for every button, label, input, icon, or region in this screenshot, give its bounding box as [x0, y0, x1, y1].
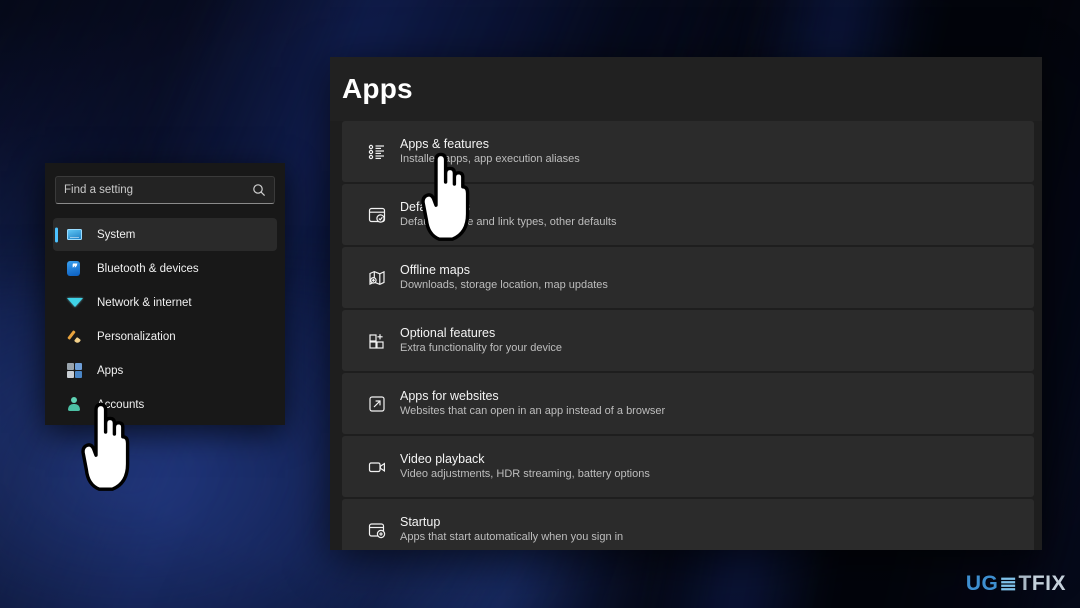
selection-indicator	[55, 227, 58, 242]
sidebar-item-label: Bluetooth & devices	[97, 262, 199, 275]
sidebar-item-label: Personalization	[97, 330, 176, 343]
search-input[interactable]	[64, 184, 252, 196]
map-pin-icon	[354, 268, 400, 288]
row-subtitle: Websites that can open in an app instead…	[400, 405, 666, 418]
search-box[interactable]	[55, 176, 275, 204]
row-title: Startup	[400, 514, 441, 529]
row-text: Optional features Extra functionality fo…	[400, 326, 562, 355]
row-text: Offline maps Downloads, storage location…	[400, 263, 608, 292]
monitor-icon	[67, 229, 97, 240]
row-title: Optional features	[400, 325, 496, 340]
bluetooth-icon: ❞	[67, 261, 97, 276]
ugetfix-watermark: UG ≣ T FIX	[966, 573, 1066, 594]
row-subtitle: Extra functionality for your device	[400, 342, 563, 355]
watermark-part-fix: FIX	[1031, 572, 1066, 595]
sidebar-item-label: Network & internet	[97, 296, 192, 309]
grid-plus-icon	[354, 331, 400, 351]
screenshot-root: Apps Apps & features Installed apps, app…	[0, 0, 1080, 608]
sidebar-item-apps[interactable]: Apps	[53, 354, 277, 387]
row-subtitle: Downloads, storage location, map updates	[400, 279, 608, 292]
settings-row-default-apps[interactable]: Default apps Defaults for file and link …	[342, 184, 1034, 245]
row-title: Apps for websites	[400, 388, 499, 403]
sidebar-item-label: Accounts	[97, 398, 145, 411]
page-title: Apps	[342, 73, 413, 104]
settings-apps-panel: Apps Apps & features Installed apps, app…	[330, 57, 1042, 550]
external-link-icon	[354, 394, 400, 414]
bulleted-list-icon	[354, 142, 400, 162]
row-text: Apps & features Installed apps, app exec…	[400, 137, 580, 166]
watermark-part-t: T	[1018, 572, 1032, 595]
sidebar-item-label: Apps	[97, 364, 124, 377]
settings-row-offline-maps[interactable]: Offline maps Downloads, storage location…	[342, 247, 1034, 308]
settings-row-video-playback[interactable]: Video playback Video adjustments, HDR st…	[342, 436, 1034, 497]
settings-nav-panel: System ❞ Bluetooth & devices Network & i…	[45, 163, 285, 425]
row-title: Apps & features	[400, 136, 489, 151]
settings-list: Apps & features Installed apps, app exec…	[330, 121, 1042, 550]
sidebar-item-bluetooth-devices[interactable]: ❞ Bluetooth & devices	[53, 252, 277, 285]
window-plus-icon	[354, 520, 400, 540]
sidebar-item-personalization[interactable]: Personalization	[53, 320, 277, 353]
search-icon[interactable]	[252, 183, 266, 197]
row-subtitle: Apps that start automatically when you s…	[400, 531, 624, 544]
video-camera-icon	[354, 457, 400, 477]
settings-row-apps-for-websites[interactable]: Apps for websites Websites that can open…	[342, 373, 1034, 434]
person-icon	[67, 397, 97, 412]
window-check-icon	[354, 205, 400, 225]
watermark-part-ug: UG	[965, 572, 999, 595]
sidebar-item-network-internet[interactable]: Network & internet	[53, 286, 277, 319]
row-text: Default apps Defaults for file and link …	[400, 200, 616, 229]
row-subtitle: Installed apps, app execution aliases	[400, 153, 580, 166]
row-subtitle: Defaults for file and link types, other …	[400, 216, 617, 229]
sidebar-item-system[interactable]: System	[53, 218, 277, 251]
settings-row-apps-features[interactable]: Apps & features Installed apps, app exec…	[342, 121, 1034, 182]
row-subtitle: Video adjustments, HDR streaming, batter…	[400, 468, 650, 481]
panel-header: Apps	[330, 57, 1042, 121]
wifi-icon	[67, 298, 97, 307]
sidebar-item-accounts[interactable]: Accounts	[53, 388, 277, 421]
sidebar-item-label: System	[97, 228, 136, 241]
brush-icon	[67, 329, 97, 345]
row-title: Video playback	[400, 451, 485, 466]
row-title: Offline maps	[400, 262, 470, 277]
apps-icon	[67, 363, 97, 378]
row-text: Apps for websites Websites that can open…	[400, 389, 665, 418]
row-text: Startup Apps that start automatically wh…	[400, 515, 623, 544]
row-text: Video playback Video adjustments, HDR st…	[400, 452, 650, 481]
settings-row-startup[interactable]: Startup Apps that start automatically wh…	[342, 499, 1034, 550]
row-title: Default apps	[400, 199, 471, 214]
settings-row-optional-features[interactable]: Optional features Extra functionality fo…	[342, 310, 1034, 371]
watermark-part-e: ≣	[999, 572, 1018, 595]
